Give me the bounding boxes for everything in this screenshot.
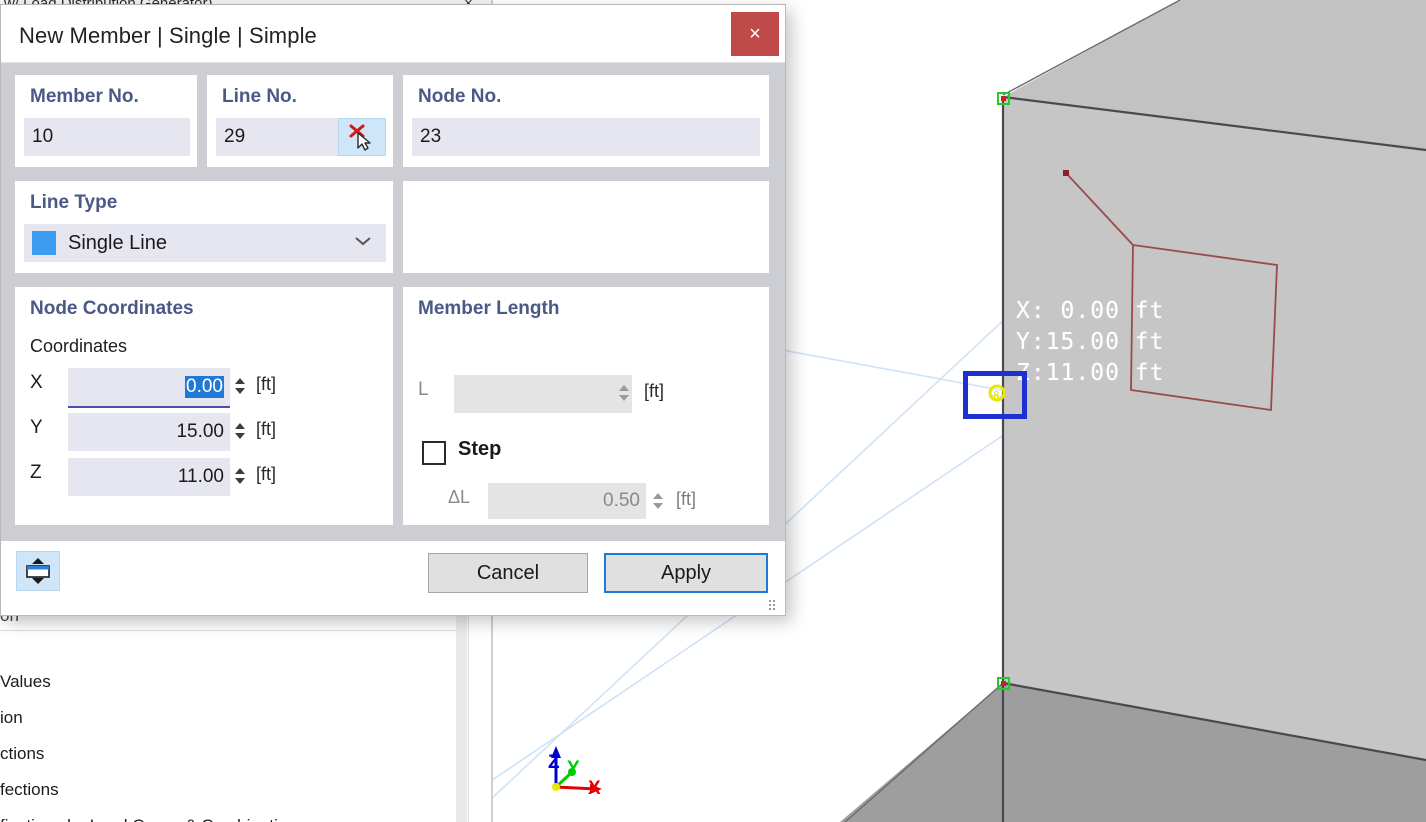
dialog-title: New Member | Single | Simple	[19, 23, 317, 49]
coord-y-input[interactable]: 15.00	[68, 413, 230, 451]
coord-x-stepper[interactable]	[232, 368, 248, 404]
delta-l-label: ΔL	[448, 487, 470, 508]
coord-y-stepper[interactable]	[232, 413, 248, 449]
line-no-group: Line No. 29	[207, 75, 393, 167]
new-member-dialog[interactable]: New Member | Single | Simple × Member No…	[0, 4, 786, 616]
node-no-label: Node No.	[418, 86, 501, 108]
cancel-button[interactable]: Cancel	[428, 553, 588, 593]
line-type-color-swatch	[32, 231, 56, 255]
list-item[interactable]: ion	[0, 700, 460, 736]
member-length-label: Member Length	[418, 298, 559, 320]
apply-button[interactable]: Apply	[604, 553, 768, 593]
highlight-rectangle-annotation	[963, 371, 1027, 419]
axis-label-z: Z	[548, 752, 560, 774]
member-length-unit: [ft]	[644, 381, 664, 402]
delta-l-unit: [ft]	[676, 489, 696, 510]
member-no-input[interactable]: 10	[24, 118, 190, 156]
member-length-group: Member Length L [ft] Step ΔL 0.50 [ft]	[403, 287, 769, 525]
coord-x-value: 0.00	[185, 376, 224, 398]
node-no-input[interactable]: 23	[412, 118, 760, 156]
axis-label-x: X	[588, 778, 601, 800]
line-no-input[interactable]: 29	[216, 118, 338, 156]
dialog-titlebar[interactable]: New Member | Single | Simple ×	[1, 5, 785, 63]
line-type-label: Line Type	[30, 192, 117, 214]
chevron-down-icon[interactable]	[354, 234, 372, 252]
coord-z-input[interactable]: 11.00	[68, 458, 230, 496]
member-length-stepper[interactable]	[616, 375, 632, 411]
member-length-l-label: L	[418, 379, 429, 401]
dialog-body: Member No. 10 Line No. 29	[1, 63, 785, 541]
node-no-group: Node No. 23	[403, 75, 769, 167]
resize-grip[interactable]	[769, 600, 779, 610]
list-item[interactable]: ctions	[0, 736, 460, 772]
node-coordinates-label: Node Coordinates	[30, 298, 194, 320]
dialog-footer: Cancel Apply	[1, 541, 785, 615]
coord-z-stepper[interactable]	[232, 458, 248, 494]
member-no-group: Member No. 10	[15, 75, 197, 167]
coord-x-label: X	[30, 372, 43, 394]
line-type-select[interactable]: Single Line	[24, 224, 386, 262]
line-no-label: Line No.	[222, 86, 297, 108]
list-item[interactable]: Values	[0, 664, 460, 700]
empty-group	[403, 181, 769, 273]
background-tree-list[interactable]: on Values ion ctions fections fications …	[0, 600, 460, 822]
delta-l-stepper[interactable]	[650, 483, 666, 519]
list-item[interactable]: fications by Load Cases & Combinations	[0, 808, 460, 822]
coord-z-unit: [ft]	[256, 464, 276, 485]
collapse-expand-icon[interactable]	[16, 551, 60, 591]
coord-y-unit: [ft]	[256, 419, 276, 440]
coordinates-subtitle: Coordinates	[30, 336, 127, 357]
close-icon[interactable]: ×	[731, 12, 779, 56]
cursor-x-icon[interactable]	[338, 118, 386, 156]
coordinate-readout: X: 0.00 ftY:15.00 ftZ:11.00 ft	[1016, 296, 1164, 389]
step-label: Step	[458, 438, 501, 461]
step-checkbox[interactable]	[422, 441, 446, 465]
coord-x-focus-underline	[68, 406, 230, 408]
member-no-label: Member No.	[30, 86, 139, 108]
list-item[interactable]: fections	[0, 772, 460, 808]
delta-l-input[interactable]: 0.50	[488, 483, 646, 519]
node-coordinates-group: Node Coordinates Coordinates X 0.00 [ft]…	[15, 287, 393, 525]
background-panel-scrollbar[interactable]	[456, 612, 467, 822]
axis-label-y: Y	[567, 758, 580, 780]
coord-x-input[interactable]: 0.00	[68, 368, 230, 406]
line-type-group: Line Type Single Line	[15, 181, 393, 273]
coord-x-unit: [ft]	[256, 374, 276, 395]
coord-y-label: Y	[30, 417, 43, 439]
coord-z-label: Z	[30, 462, 42, 484]
member-length-input[interactable]	[454, 375, 632, 413]
line-type-selected-value: Single Line	[68, 232, 167, 255]
